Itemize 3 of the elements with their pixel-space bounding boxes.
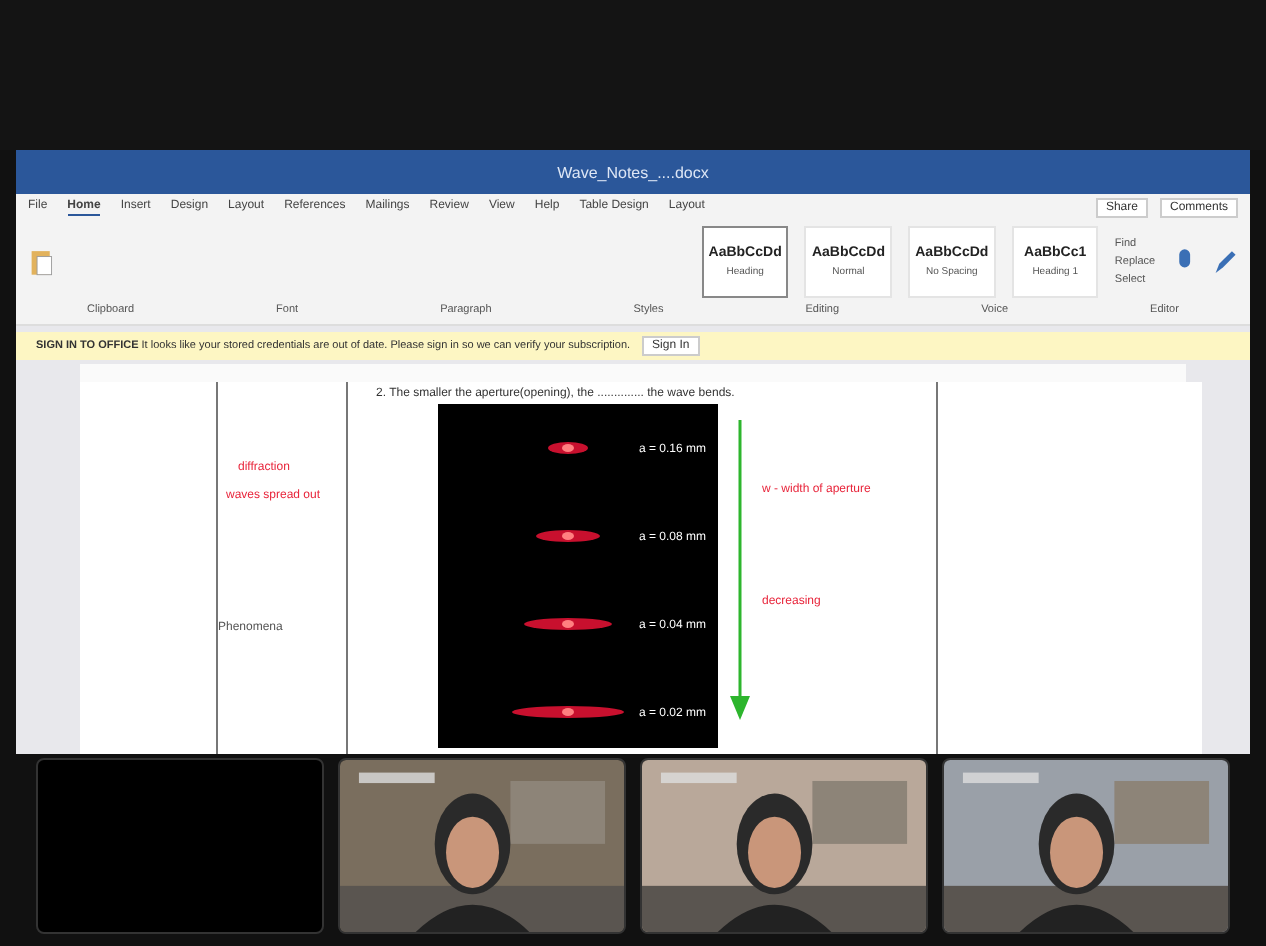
- paste-icon[interactable]: [28, 246, 54, 278]
- window-title: Wave_Notes_....docx: [557, 163, 709, 181]
- pen-icon[interactable]: [1212, 246, 1238, 278]
